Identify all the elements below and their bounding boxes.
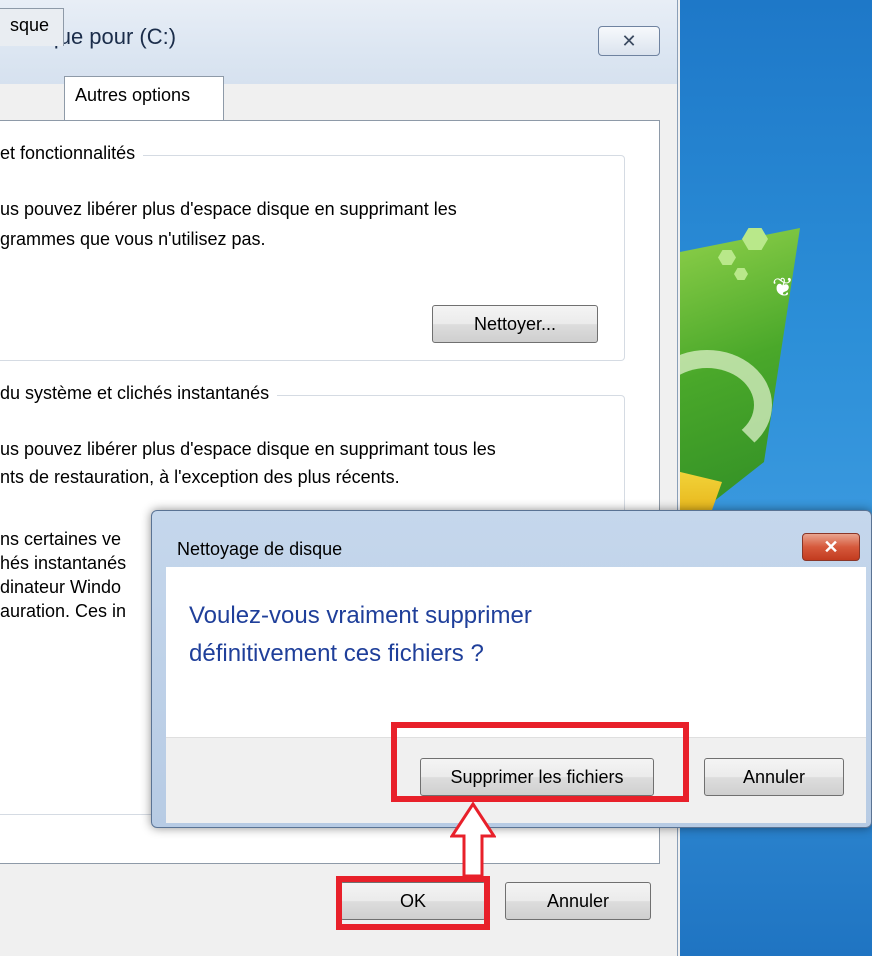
tab-nettoyage[interactable]: sque [0,8,64,46]
dialog-cancel-button[interactable]: Annuler [704,758,844,796]
description-line: hés instantanés [0,553,127,573]
groupbox-text: us pouvez libérer plus d'espace disque e… [0,199,457,219]
message-line: définitivement ces fichiers ? [189,640,484,667]
window-close-button[interactable]: ✕ [598,26,660,56]
cancel-button[interactable]: Annuler [505,882,651,920]
tab-autres-options[interactable]: Autres options [64,76,224,122]
groupbox-text: grammes que vous n'utilisez pas. [0,229,266,249]
groupbox-title: du système et clichés instantanés [0,383,278,404]
highlight-delete-button [391,722,689,802]
dialog-close-button[interactable]: ✕ [802,533,860,561]
tab-label: Autres options [75,85,191,105]
dialog-content: Voulez-vous vraiment supprimer définitiv… [166,567,866,737]
groupbox-title: et fonctionnalités [0,143,144,164]
up-arrow-icon [450,802,496,878]
nettoyer-programs-button[interactable]: Nettoyer... [432,305,598,343]
dialog-message: Voulez-vous vraiment supprimer définitiv… [189,597,829,673]
groupbox-text: nts de restauration, à l'exception des p… [0,467,400,487]
butterfly-icon: ❦ [772,272,794,302]
window-titlebar: e disque pour (C:) ✕ [0,0,678,84]
tab-label: sque [10,15,50,35]
description-line: auration. Ces in [0,601,127,621]
description-line: dinateur Windo [0,577,122,597]
close-icon: ✕ [823,537,839,557]
groupbox-text: us pouvez libérer plus d'espace disque e… [0,439,496,459]
restore-description: ns certaines ve hés instantanés dinateur… [0,527,126,623]
dialog-title: Nettoyage de disque [177,539,343,559]
description-line: ns certaines ve [0,529,122,549]
close-icon: ✕ [621,31,637,51]
message-line: Voulez-vous vraiment supprimer [189,602,532,629]
highlight-ok-button [336,876,490,930]
